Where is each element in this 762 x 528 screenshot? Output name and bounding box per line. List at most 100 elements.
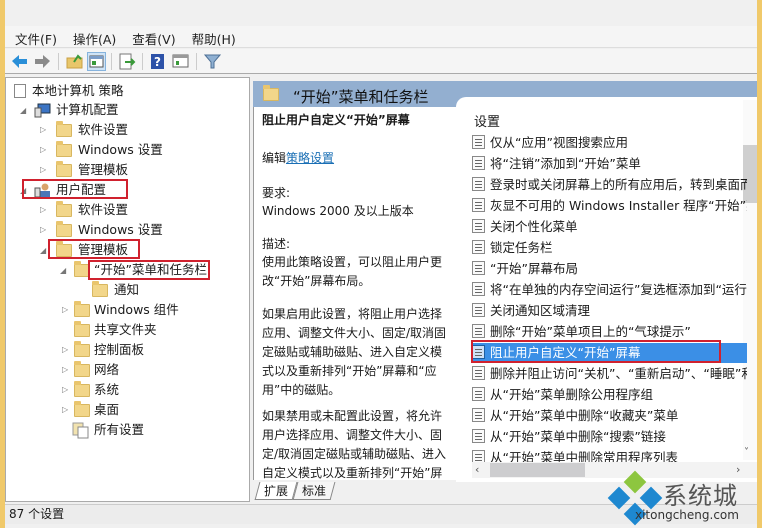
folder-icon <box>56 141 72 157</box>
folder-icon <box>74 321 90 337</box>
setting-row[interactable]: 仅从“应用”视图搜索应用 <box>472 133 747 153</box>
setting-label: 关闭通知区域清理 <box>490 303 591 318</box>
tree-item[interactable]: ▷ 网络 <box>62 360 119 380</box>
folder-icon <box>56 221 72 237</box>
menu-view[interactable]: 查看(V) <box>122 26 181 48</box>
menu-bar: 文件(F) 操作(A) 查看(V) 帮助(H) <box>5 26 757 48</box>
setting-row[interactable]: 关闭通知区域清理 <box>472 301 747 321</box>
folder-icon <box>56 161 72 177</box>
expanded-arrow-icon: ◢ <box>40 246 47 255</box>
setting-label: 仅从“应用”视图搜索应用 <box>490 135 628 150</box>
tree-item[interactable]: ▷ Windows 设置 <box>40 140 163 160</box>
setting-label: 将“注销”添加到“开始”菜单 <box>490 156 641 171</box>
policy-setting-icon <box>472 156 485 170</box>
description-disabled: 如果禁用或未配置此设置，将允许用户选择应用、调整文件大小、固定/取消固定磁贴或辅… <box>262 409 447 480</box>
setting-row[interactable]: 删除并阻止访问“关机”、“重新启动”、“睡眠”和“ <box>472 364 747 384</box>
setting-row[interactable]: 灰显不可用的 Windows Installer 程序“开始”菜 <box>472 196 747 216</box>
tree-item[interactable]: 通知 <box>90 280 139 300</box>
folder-icon <box>74 361 90 377</box>
policy-setting-icon <box>472 198 485 212</box>
setting-row[interactable]: 登录时或关闭屏幕上的所有应用后，转到桌面而 <box>472 175 747 195</box>
collapsed-arrow-icon: ▷ <box>40 165 47 174</box>
policy-setting-icon <box>472 387 485 401</box>
tree-item[interactable]: ▷ 管理模板 <box>40 160 128 180</box>
tree-item[interactable]: 所有设置 <box>62 420 144 440</box>
folder-icon <box>74 301 90 317</box>
tree-root[interactable]: 本地计算机 策略 <box>14 81 123 101</box>
collapsed-arrow-icon: ▷ <box>62 345 69 354</box>
tree-computer-config[interactable]: ◢ 计算机配置 <box>20 100 119 120</box>
tab-extended[interactable]: 扩展 <box>254 482 298 500</box>
setting-label: “开始”屏幕布局 <box>490 261 578 276</box>
setting-label: 从“开始”菜单中删除“收藏夹”菜单 <box>490 408 679 423</box>
policy-document-icon <box>14 84 26 98</box>
policy-settings-link[interactable]: 策略设置 <box>286 151 334 165</box>
expanded-arrow-icon: ◢ <box>20 106 27 115</box>
requirements-label: 要求: <box>262 186 291 200</box>
up-folder-button[interactable] <box>65 52 84 71</box>
back-icon <box>12 55 27 68</box>
toolbar-separator <box>142 53 143 70</box>
folder-icon <box>56 121 72 137</box>
setting-row[interactable]: 将“注销”添加到“开始”菜单 <box>472 154 747 174</box>
policy-setting-icon <box>472 408 485 422</box>
main-window: 文件(F) 操作(A) 查看(V) 帮助(H) ? 本地计算机 策略 ◢ 计算机… <box>5 0 757 528</box>
tree-item[interactable]: ▷ 系统 <box>62 380 119 400</box>
back-button[interactable] <box>10 52 29 71</box>
highlight-box <box>88 260 210 280</box>
watermark: 系统城 xitongcheng.com <box>605 470 760 528</box>
policy-setting-icon <box>472 282 485 296</box>
scroll-down-icon[interactable]: ˅ <box>744 447 749 458</box>
collapsed-arrow-icon: ▷ <box>62 365 69 374</box>
computer-icon <box>34 103 51 118</box>
policy-setting-icon <box>472 303 485 317</box>
setting-row[interactable]: “开始”屏幕布局 <box>472 259 747 279</box>
horizontal-scroll-thumb[interactable] <box>490 463 585 477</box>
setting-label: 关闭个性化菜单 <box>490 219 578 234</box>
setting-row[interactable]: 从“开始”菜单中删除“收藏夹”菜单 <box>472 406 747 426</box>
tree-item[interactable]: ▷ 软件设置 <box>40 200 128 220</box>
tree-item[interactable]: ▷ Windows 组件 <box>62 300 179 320</box>
forward-button[interactable] <box>33 52 52 71</box>
export-list-button[interactable] <box>117 52 136 71</box>
highlight-box <box>471 340 721 363</box>
toolbar: ? <box>5 49 757 74</box>
view-tabs: 扩展 标准 <box>254 482 336 502</box>
export-list-icon <box>119 53 136 70</box>
show-hide-tree-button[interactable] <box>87 52 106 71</box>
tree-item[interactable]: ▷ Windows 设置 <box>40 220 163 240</box>
policy-setting-icon <box>472 324 485 338</box>
policy-title: 阻止用户自定义“开始”屏幕 <box>262 113 410 127</box>
help-button[interactable]: ? <box>148 52 167 71</box>
column-header-setting[interactable]: 设置 <box>474 111 500 130</box>
folder-icon <box>74 401 90 417</box>
folder-icon <box>74 341 90 357</box>
tree-item[interactable]: ▷ 桌面 <box>62 400 119 420</box>
edit-policy-line: 编辑策略设置 <box>262 151 335 165</box>
all-settings-icon <box>72 422 89 439</box>
tree-item[interactable]: ▷ 软件设置 <box>40 120 128 140</box>
collapsed-arrow-icon: ▷ <box>62 305 69 314</box>
menu-action[interactable]: 操作(A) <box>63 26 122 48</box>
setting-row[interactable]: 从“开始”菜单中删除“搜索”链接 <box>472 427 747 447</box>
setting-label: 从“开始”菜单中删除“搜索”链接 <box>490 429 666 444</box>
policy-setting-icon <box>472 240 485 254</box>
setting-label: 删除“开始”菜单项目上的“气球提示” <box>490 324 691 339</box>
scroll-left-icon[interactable]: ‹ <box>475 463 479 476</box>
requirements-value: Windows 2000 及以上版本 <box>262 204 414 218</box>
setting-row[interactable]: 关闭个性化菜单 <box>472 217 747 237</box>
filter-button[interactable] <box>203 52 222 71</box>
help-icon: ? <box>151 54 164 69</box>
setting-row[interactable]: 锁定任务栏 <box>472 238 747 258</box>
setting-row[interactable]: 从“开始”菜单删除公用程序组 <box>472 385 747 405</box>
setting-row[interactable]: 删除“开始”菜单项目上的“气球提示” <box>472 322 747 342</box>
svg-text:?: ? <box>154 55 161 69</box>
extended-view-button[interactable] <box>171 52 190 71</box>
tree-item[interactable]: 共享文件夹 <box>62 320 157 340</box>
setting-label: 从“开始”菜单删除公用程序组 <box>490 387 653 402</box>
setting-row[interactable]: 将“在单独的内存空间运行”复选框添加到“运行”对 <box>472 280 747 300</box>
menu-help[interactable]: 帮助(H) <box>182 26 242 48</box>
tab-standard[interactable]: 标准 <box>292 482 336 500</box>
menu-file[interactable]: 文件(F) <box>5 26 63 48</box>
tree-item[interactable]: ▷ 控制面板 <box>62 340 144 360</box>
